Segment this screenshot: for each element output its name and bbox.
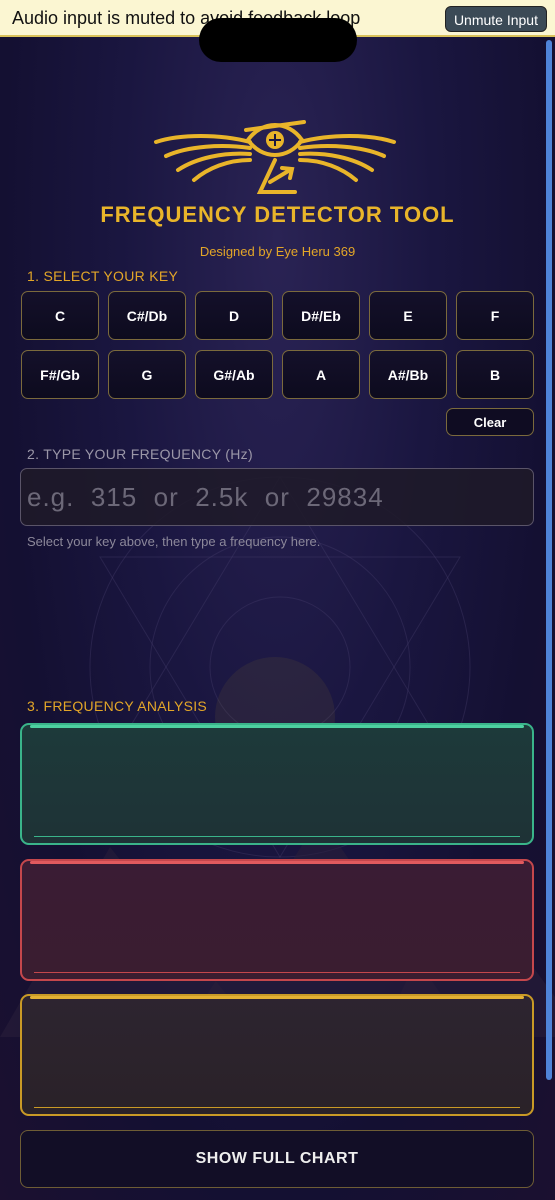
key-button-a[interactable]: A xyxy=(282,350,360,399)
key-button-d[interactable]: D xyxy=(195,291,273,340)
panel-accent-line xyxy=(30,861,524,864)
section-frequency-analysis-label: 3. FREQUENCY ANALYSIS xyxy=(27,698,208,714)
key-button-a-sharp[interactable]: A#/Bb xyxy=(369,350,447,399)
key-button-e[interactable]: E xyxy=(369,291,447,340)
frequency-input[interactable] xyxy=(20,468,534,526)
key-button-f-sharp[interactable]: F#/Gb xyxy=(21,350,99,399)
panel-divider xyxy=(34,972,520,973)
show-full-chart-button[interactable]: SHOW FULL CHART xyxy=(20,1130,534,1188)
analysis-panel-gold xyxy=(20,994,534,1116)
analysis-panel-green xyxy=(20,723,534,845)
unmute-input-button[interactable]: Unmute Input xyxy=(444,6,547,32)
key-button-d-sharp[interactable]: D#/Eb xyxy=(282,291,360,340)
analysis-panel-red xyxy=(20,859,534,981)
panel-divider xyxy=(34,836,520,837)
panel-divider xyxy=(34,1107,520,1108)
designer-credit: Designed by Eye Heru 369 xyxy=(199,244,356,259)
key-button-g-sharp[interactable]: G#/Ab xyxy=(195,350,273,399)
clear-button[interactable]: Clear xyxy=(446,408,534,436)
winged-eye-logo-icon xyxy=(154,120,396,194)
panel-accent-line xyxy=(30,996,524,999)
key-button-b[interactable]: B xyxy=(456,350,534,399)
frequency-hint: Select your key above, then type a frequ… xyxy=(27,534,321,549)
panel-accent-line xyxy=(30,725,524,728)
key-button-g[interactable]: G xyxy=(108,350,186,399)
camera-notch xyxy=(199,18,357,62)
section-type-frequency-label: 2. TYPE YOUR FREQUENCY (Hz) xyxy=(27,446,253,462)
key-button-f[interactable]: F xyxy=(456,291,534,340)
app-title: FREQUENCY DETECTOR TOOL xyxy=(100,202,455,227)
key-button-c-sharp[interactable]: C#/Db xyxy=(108,291,186,340)
section-select-key-label: 1. SELECT YOUR KEY xyxy=(27,268,179,284)
key-button-c[interactable]: C xyxy=(21,291,99,340)
scrollbar[interactable] xyxy=(546,40,552,1080)
